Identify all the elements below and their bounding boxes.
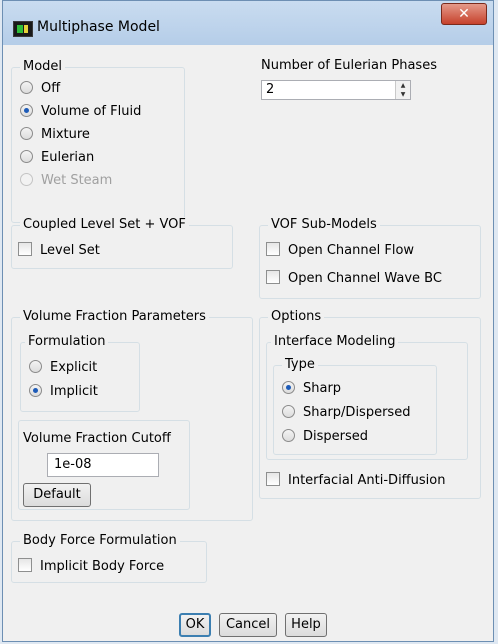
open-channel-flow-option[interactable]: Open Channel Flow (266, 242, 414, 260)
radio-mixture[interactable] (20, 127, 33, 140)
formulation-legend: Formulation (25, 334, 109, 349)
dialog-body: Model Off Volume of Fluid Mixture Euleri… (9, 45, 487, 637)
app-icon (13, 21, 33, 37)
radio-off[interactable] (20, 81, 33, 94)
implicit-body-force-checkbox[interactable] (18, 558, 32, 572)
type-dispersed-label: Dispersed (303, 429, 369, 444)
cutoff-input[interactable]: 1e-08 (47, 453, 159, 477)
radio-explicit[interactable] (29, 360, 42, 373)
spin-down-icon[interactable]: ▼ (396, 90, 410, 99)
model-group: Model Off Volume of Fluid Mixture Euleri… (11, 59, 185, 223)
options-legend: Options (268, 309, 325, 324)
eulerian-phases-label: Number of Eulerian Phases (261, 58, 437, 73)
formulation-explicit-label: Explicit (50, 360, 98, 375)
implicit-body-force-label: Implicit Body Force (40, 559, 165, 574)
radio-volume-of-fluid[interactable] (20, 104, 33, 117)
type-sharp-dispersed-option[interactable]: Sharp/Dispersed (282, 404, 410, 422)
default-button[interactable]: Default (23, 483, 91, 507)
open-channel-wave-bc-label: Open Channel Wave BC (288, 271, 442, 286)
window-title: Multiphase Model (37, 19, 160, 35)
volume-fraction-parameters-group: Volume Fraction Parameters Formulation E… (11, 309, 253, 521)
open-channel-wave-bc-option[interactable]: Open Channel Wave BC (266, 270, 442, 288)
model-option-wet-steam: Wet Steam (20, 172, 112, 190)
body-force-formulation-group: Body Force Formulation Implicit Body For… (11, 533, 207, 583)
spin-up-icon[interactable]: ▲ (396, 81, 410, 90)
radio-wet-steam (20, 173, 33, 186)
model-legend: Model (20, 59, 66, 74)
model-option-vof-label: Volume of Fluid (41, 104, 142, 119)
volume-fraction-cutoff-group: Volume Fraction Cutoff 1e-08 Default (18, 420, 190, 510)
level-set-label: Level Set (40, 243, 100, 258)
vof-submodels-group: VOF Sub-Models Open Channel Flow Open Ch… (259, 217, 481, 299)
implicit-body-force-option[interactable]: Implicit Body Force (18, 558, 164, 576)
eulerian-phases-value: 2 (266, 82, 275, 97)
cancel-button[interactable]: Cancel (219, 613, 277, 637)
help-button[interactable]: Help (285, 613, 327, 637)
radio-sharp[interactable] (282, 381, 295, 394)
close-button[interactable]: ✕ (441, 3, 487, 25)
formulation-group: Formulation Explicit Implicit (20, 334, 140, 412)
model-option-eulerian-label: Eulerian (41, 150, 95, 165)
model-option-off-label: Off (41, 81, 61, 96)
title-bar[interactable]: Multiphase Model ✕ (3, 1, 493, 45)
formulation-implicit-label: Implicit (50, 384, 98, 399)
ok-button[interactable]: OK (179, 613, 211, 637)
open-channel-flow-checkbox[interactable] (266, 242, 280, 256)
radio-implicit[interactable] (29, 384, 42, 397)
coupled-legend: Coupled Level Set + VOF (20, 217, 189, 232)
radio-eulerian[interactable] (20, 150, 33, 163)
interface-modeling-group: Interface Modeling Type Sharp Sharp/Disp… (266, 334, 468, 460)
anti-diffusion-checkbox[interactable] (266, 472, 280, 486)
coupled-level-set-group: Coupled Level Set + VOF Level Set (11, 217, 233, 269)
level-set-checkbox[interactable] (18, 242, 32, 256)
body-force-legend: Body Force Formulation (20, 533, 180, 548)
type-legend: Type (282, 357, 318, 372)
multiphase-model-dialog: Multiphase Model ✕ Model Off Volume of F… (2, 0, 494, 642)
model-option-mixture-label: Mixture (41, 127, 90, 142)
vof-submodels-legend: VOF Sub-Models (268, 217, 380, 232)
formulation-explicit-option[interactable]: Explicit (29, 359, 97, 377)
cutoff-label: Volume Fraction Cutoff (23, 431, 171, 446)
model-option-wet-steam-label: Wet Steam (41, 173, 113, 188)
interfacial-anti-diffusion-option[interactable]: Interfacial Anti-Diffusion (266, 472, 445, 490)
type-sharp-dispersed-label: Sharp/Dispersed (303, 405, 411, 420)
anti-diffusion-label: Interfacial Anti-Diffusion (288, 473, 446, 488)
options-group: Options Interface Modeling Type Sharp Sh… (259, 309, 481, 499)
open-channel-flow-label: Open Channel Flow (288, 243, 415, 258)
model-option-eulerian[interactable]: Eulerian (20, 149, 94, 167)
level-set-option[interactable]: Level Set (18, 242, 100, 260)
model-option-volume-of-fluid[interactable]: Volume of Fluid (20, 103, 141, 121)
radio-sharp-dispersed[interactable] (282, 405, 295, 418)
spinner-arrows[interactable]: ▲ ▼ (395, 81, 410, 99)
open-channel-wave-bc-checkbox[interactable] (266, 270, 280, 284)
type-dispersed-option[interactable]: Dispersed (282, 428, 368, 446)
model-option-mixture[interactable]: Mixture (20, 126, 90, 144)
formulation-implicit-option[interactable]: Implicit (29, 383, 98, 401)
type-sharp-option[interactable]: Sharp (282, 380, 341, 398)
interface-modeling-legend: Interface Modeling (271, 334, 399, 349)
model-option-off[interactable]: Off (20, 80, 60, 98)
type-sharp-label: Sharp (303, 381, 342, 396)
type-group: Type Sharp Sharp/Dispersed Dispersed (273, 357, 437, 455)
vf-params-legend: Volume Fraction Parameters (20, 309, 209, 324)
eulerian-phases-spinner[interactable]: 2 ▲ ▼ (261, 80, 411, 100)
radio-dispersed[interactable] (282, 429, 295, 442)
